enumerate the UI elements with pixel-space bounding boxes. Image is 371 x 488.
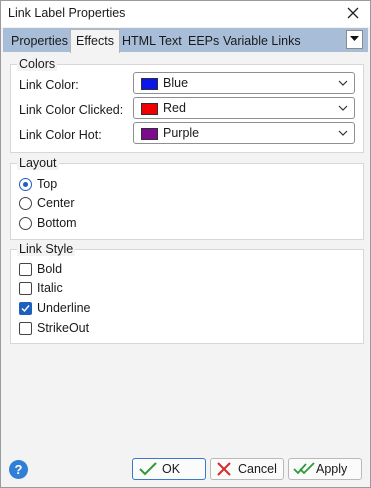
layout-center-label: Center (37, 196, 75, 210)
colors-group-title: Colors (17, 57, 58, 71)
link-color-clicked-label: Link Color Clicked: (19, 103, 124, 117)
tab-list-dropdown-button[interactable] (346, 30, 363, 49)
bold-checkbox[interactable] (19, 263, 32, 276)
ok-button[interactable]: OK (132, 458, 206, 480)
title-bar: Link Label Properties (1, 1, 370, 27)
link-color-clicked-value: Red (163, 101, 186, 115)
link-color-hot-label: Link Color Hot: (19, 128, 102, 142)
layout-top-label: Top (37, 177, 58, 191)
cancel-button[interactable]: Cancel (210, 458, 284, 480)
color-swatch (141, 78, 158, 90)
window-title: Link Label Properties (8, 6, 126, 20)
layout-bottom-label: Bottom (37, 216, 77, 230)
link-color-hot-select[interactable]: Purple (133, 122, 355, 144)
radio-button[interactable] (19, 217, 32, 230)
checkmark-icon (139, 462, 157, 476)
apply-button[interactable]: Apply (288, 458, 362, 480)
strikeout-label: StrikeOut (37, 321, 90, 335)
checkmark-icon (21, 305, 30, 313)
chevron-down-icon (338, 130, 348, 136)
tab-bar: Properties Effects HTML Text EEPs Variab… (3, 28, 368, 53)
apply-label: Apply (316, 462, 348, 476)
dialog-window: Link Label Properties Properties Effects… (0, 0, 371, 488)
italic-label: Italic (37, 281, 63, 295)
double-checkmark-icon (293, 462, 315, 475)
strikeout-checkbox[interactable] (19, 322, 32, 335)
link-color-hot-value: Purple (163, 126, 200, 140)
link-color-clicked-select[interactable]: Red (133, 97, 355, 119)
dialog-footer: ? OK Cancel Apply (1, 448, 370, 487)
tab-properties[interactable]: Properties (6, 31, 73, 51)
underline-checkbox[interactable] (19, 302, 32, 315)
link-style-group: Link Style Bold Italic Underline StrikeO… (10, 242, 364, 344)
bold-label: Bold (37, 262, 63, 276)
chevron-down-icon (338, 80, 348, 86)
close-icon[interactable] (344, 4, 362, 22)
radio-button[interactable] (19, 197, 32, 210)
colors-group: Colors Link Color: Blue Link Color Click… (10, 57, 364, 153)
link-color-value: Blue (163, 76, 189, 90)
chevron-down-icon (338, 105, 348, 111)
tab-effects[interactable]: Effects (70, 29, 120, 53)
link-color-label: Link Color: (19, 78, 79, 92)
ok-label: OK (162, 462, 181, 476)
color-swatch (141, 128, 158, 140)
help-icon[interactable]: ? (9, 460, 28, 479)
italic-checkbox[interactable] (19, 282, 32, 295)
underline-label: Underline (37, 301, 91, 315)
layout-group: Layout Top Center Bottom (10, 156, 364, 240)
triangle-down-icon (350, 36, 359, 41)
tab-html-text[interactable]: HTML Text (117, 31, 187, 51)
radio-button[interactable] (19, 178, 32, 191)
color-swatch (141, 103, 158, 115)
layout-group-title: Layout (17, 156, 59, 170)
x-icon (217, 462, 231, 476)
tab-variable-links[interactable]: Variable Links (218, 31, 306, 51)
link-style-group-title: Link Style (17, 242, 76, 256)
link-color-select[interactable]: Blue (133, 72, 355, 94)
cancel-label: Cancel (238, 462, 277, 476)
